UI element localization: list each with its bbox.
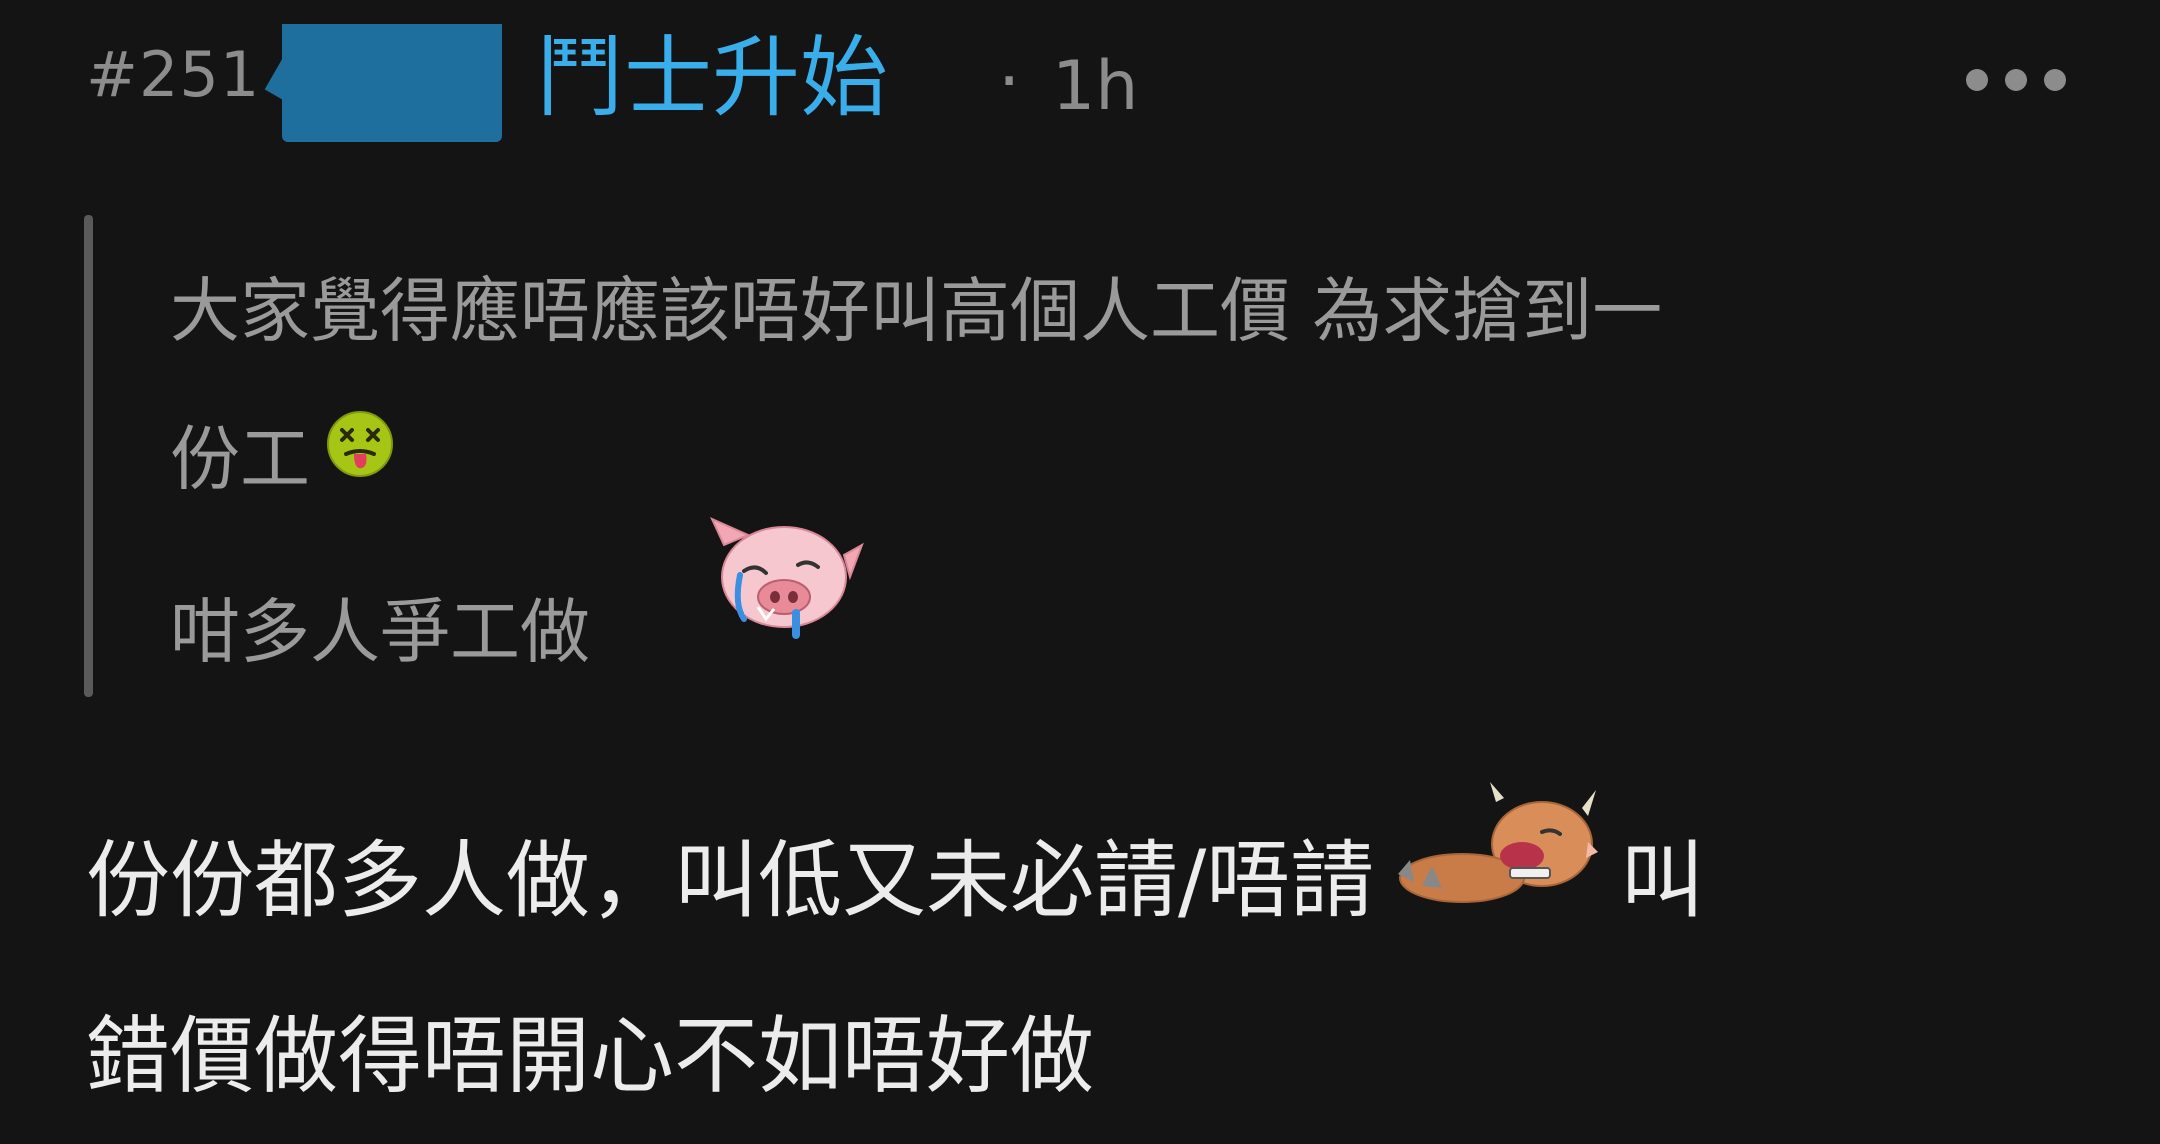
post-body: 份份都多人做，叫低又未必請/唔請 叫 錯價做得唔開心不如唔好做 <box>86 782 2086 1144</box>
post-number: #251 <box>86 38 261 111</box>
body-line-1-part-1: 份份都多人做，叫低又未必請/唔請 <box>86 831 1375 930</box>
quote-line-1: 大家覺得應唔應該唔好叫高個人工價 為求搶到一 <box>170 270 1663 352</box>
quote-bar <box>84 215 93 697</box>
body-line-1-wrap: 份份都多人做，叫低又未必請/唔請 叫 <box>86 782 2086 968</box>
quote-line-2: 份工 <box>170 418 310 500</box>
more-horizontal-icon <box>2044 69 2066 91</box>
body-line-2: 錯價做得唔開心不如唔好做 <box>86 1007 1095 1105</box>
quote-line-3: 咁多人爭工做 <box>170 591 590 673</box>
more-horizontal-icon <box>2005 69 2027 91</box>
body-line-1-part-2: 叫 <box>1620 831 1705 930</box>
collapsed-bull-emoji-icon <box>1392 782 1602 971</box>
quote-line-2-wrap: 份工 <box>170 385 2070 533</box>
meta-separator: · <box>998 40 1021 122</box>
post-timestamp: 1h <box>1052 47 1139 126</box>
username-link[interactable]: 鬥士升始 <box>536 18 888 138</box>
more-horizontal-icon <box>1966 69 1988 91</box>
crying-pig-emoji-icon <box>704 515 864 649</box>
quoted-reply[interactable]: 大家覺得應唔應該唔好叫高個人工價 為求搶到一 份工 咁多人爭工做 <box>84 215 2064 697</box>
quote-text: 大家覺得應唔應該唔好叫高個人工價 為求搶到一 份工 <box>170 237 2070 533</box>
dizzy-sick-face-emoji-icon <box>324 382 396 530</box>
more-options-button[interactable] <box>1966 60 2066 100</box>
redaction-block <box>282 24 502 142</box>
post-header: #251 鬥士升始 · 1h <box>86 18 2086 142</box>
